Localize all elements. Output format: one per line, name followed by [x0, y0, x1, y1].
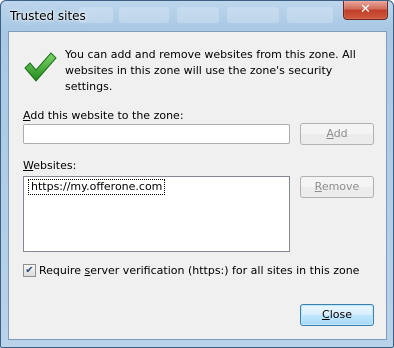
background-blur	[227, 7, 279, 23]
background-blur	[287, 7, 333, 23]
add-site-input[interactable]	[23, 124, 290, 144]
close-icon[interactable]: ✕	[343, 1, 388, 20]
require-https-checkbox[interactable]: ✔	[23, 264, 36, 277]
dialog-body: You can add and remove websites from thi…	[8, 31, 387, 340]
window-title: Trusted sites	[10, 9, 86, 23]
add-site-label: Add this website to the zone:	[23, 109, 184, 122]
require-https-label[interactable]: Require server verification (https:) for…	[39, 264, 359, 277]
add-button[interactable]: Add	[300, 123, 374, 145]
list-item[interactable]: https://my.offerone.com	[28, 179, 166, 195]
websites-label: Websites:	[23, 159, 77, 172]
remove-button[interactable]: Remove	[300, 176, 374, 198]
background-blur	[177, 7, 219, 23]
trusted-sites-dialog: Trusted sites ✕ You can add and remove w…	[0, 0, 394, 348]
background-blur	[119, 7, 169, 23]
green-checkmark-icon	[24, 52, 57, 82]
close-button[interactable]: Close	[300, 304, 374, 326]
websites-list[interactable]: https://my.offerone.com	[23, 176, 290, 252]
zone-description: You can add and remove websites from thi…	[65, 48, 356, 93]
title-bar[interactable]: Trusted sites ✕	[1, 1, 393, 31]
